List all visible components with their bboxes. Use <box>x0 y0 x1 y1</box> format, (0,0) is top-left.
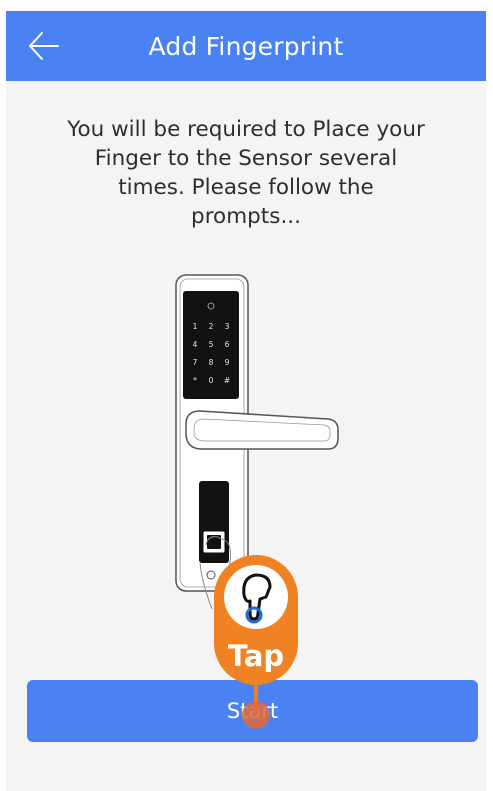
start-button[interactable]: Start <box>27 680 478 742</box>
keypad-key: 7 <box>193 358 198 367</box>
keypad-key: 3 <box>225 322 230 331</box>
app-screen: Add Fingerprint You will be required to … <box>6 11 486 791</box>
keypad-key: 5 <box>209 340 214 349</box>
tap-label: Tap <box>227 639 285 673</box>
keypad-key: 1 <box>193 322 198 331</box>
keypad-key: 9 <box>225 358 230 367</box>
page-title: Add Fingerprint <box>148 31 344 61</box>
keypad-key: 8 <box>209 358 214 367</box>
lever-handle <box>185 410 339 450</box>
door-lock-illustration: 1 2 3 4 5 6 7 8 9 * 0 # <box>175 274 339 610</box>
keypad-key: 0 <box>209 376 214 385</box>
back-arrow-icon[interactable] <box>26 28 62 64</box>
keypad-key: # <box>224 376 230 385</box>
instruction-text: You will be required to Place your Finge… <box>67 117 425 229</box>
keypad-key: * <box>193 376 197 385</box>
keypad-key: 4 <box>193 340 198 349</box>
keypad-key: 2 <box>209 322 214 331</box>
top-bar: Add Fingerprint <box>6 11 486 81</box>
keypad-key: 6 <box>225 340 230 349</box>
